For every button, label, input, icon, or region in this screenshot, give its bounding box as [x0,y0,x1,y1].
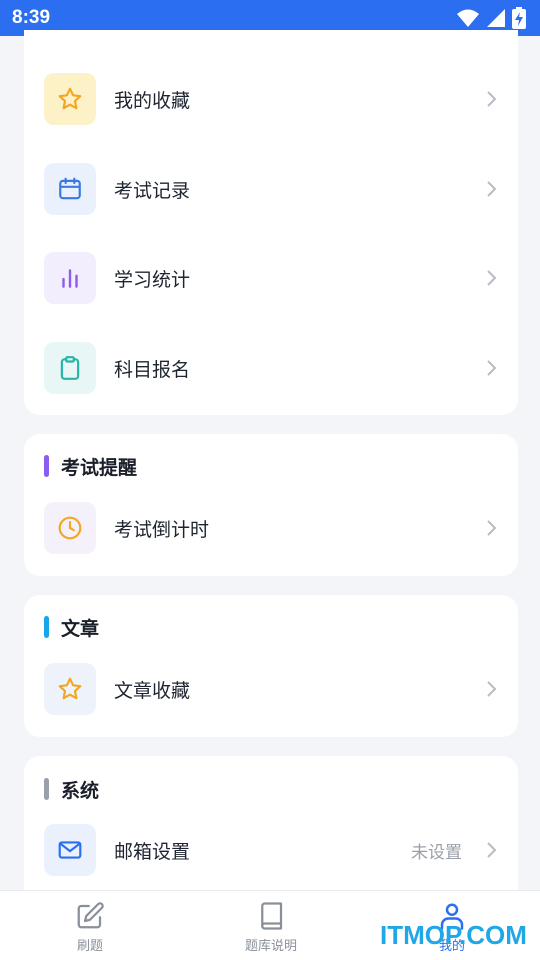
watermark: ITMOP.COM [380,920,527,954]
section-header: 系统 [44,777,100,802]
menu-item-label: 考试倒计时 [114,518,210,541]
email-status-value: 未设置 [411,842,462,863]
section-header: 文章 [44,615,100,640]
subject-registration-icon-tile [44,342,96,394]
chevron-right-icon [487,520,497,536]
menu-item-exam-records[interactable]: 考试记录 [44,163,498,215]
reminder-card: 考试提醒 考试倒计时 [24,434,518,576]
menu-item-favorites[interactable]: 我的收藏 [44,73,498,125]
tab-label: 题库说明 [244,939,297,954]
clock-icon [58,516,82,540]
wifi-icon [457,9,479,27]
section-accent-bar [44,778,49,800]
section-header: 考试提醒 [44,454,138,479]
calendar-icon [59,177,81,200]
status-icons [456,7,526,29]
chevron-right-icon [487,181,497,197]
menu-item-email-settings[interactable]: 邮箱设置 未设置 [44,824,498,876]
star-icon [58,677,82,700]
favorites-icon-tile [44,73,96,125]
edit-icon [77,902,104,929]
chevron-right-icon [487,681,497,697]
tab-label: 刷题 [76,939,103,954]
study-stats-icon-tile [44,252,96,304]
menu-item-label: 学习统计 [114,268,191,291]
star-icon [58,87,82,110]
section-accent-bar [44,616,49,638]
clipboard-icon [60,356,80,380]
menu-item-label: 邮箱设置 [114,840,191,863]
menu-item-label: 我的收藏 [114,89,191,112]
menu-item-label: 科目报名 [114,358,191,381]
section-title: 系统 [61,779,100,802]
section-title: 文章 [61,617,100,640]
menu-item-exam-countdown[interactable]: 考试倒计时 [44,502,498,554]
menu-item-label: 考试记录 [114,179,191,202]
tab-practice[interactable]: 刷题 [30,891,150,960]
section-accent-bar [44,455,49,477]
menu-item-article-favorites[interactable]: 文章收藏 [44,663,498,715]
menu-item-label: 文章收藏 [114,679,191,702]
chevron-right-icon [487,360,497,376]
article-favorites-icon-tile [44,663,96,715]
email-settings-icon-tile [44,824,96,876]
book-icon [261,902,283,930]
signal-icon [487,9,505,27]
menu-item-subject-registration[interactable]: 科目报名 [44,342,498,394]
articles-card: 文章 文章收藏 [24,595,518,737]
tab-question-bank-info[interactable]: 题库说明 [211,891,331,960]
chevron-right-icon [487,842,497,858]
section-title: 考试提醒 [61,456,138,479]
menu-card: 我的收藏 考试记录 学习统计 科目报名 [24,30,518,415]
mail-icon [58,841,82,859]
chevron-right-icon [487,270,497,286]
exam-countdown-icon-tile [44,502,96,554]
watermark-text-b: .COM [458,920,527,950]
battery-icon [512,7,526,29]
chevron-right-icon [487,91,497,107]
bar-chart-icon [62,269,78,288]
menu-item-study-stats[interactable]: 学习统计 [44,252,498,304]
watermark-text-a: ITMOP [380,920,459,950]
status-time: 8:39 [12,7,51,28]
exam-records-icon-tile [44,163,96,215]
